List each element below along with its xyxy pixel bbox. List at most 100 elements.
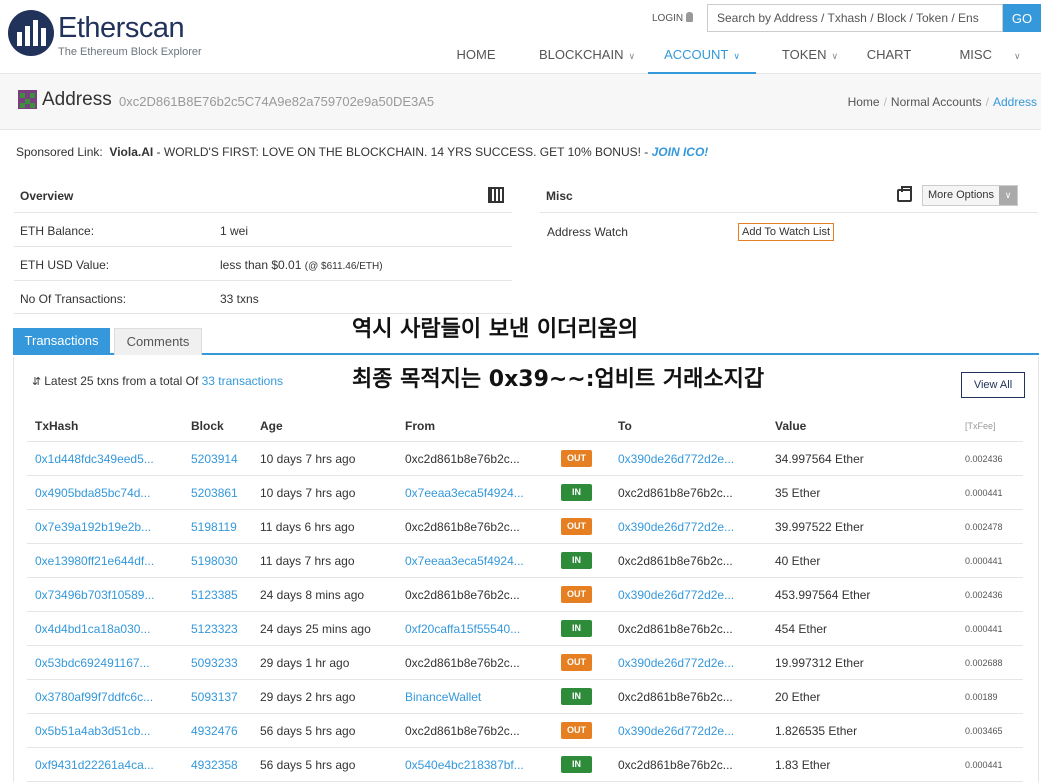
misc-heading: Misc	[546, 189, 573, 203]
to-address[interactable]: 0x390de26d772d2e...	[618, 724, 734, 738]
age-text: 29 days 2 hrs ago	[260, 690, 356, 704]
table-header: TxHash Block Age From To Value [TxFee]	[27, 408, 1023, 442]
from-address[interactable]: 0xf20caffa15f55540...	[405, 622, 520, 636]
block-link[interactable]: 5093233	[191, 656, 238, 670]
value-text: 19.997312 Ether	[775, 656, 864, 670]
eth-usd-row: ETH USD Value: less than $0.01 (@ $611.4…	[14, 246, 512, 280]
block-link[interactable]: 5123385	[191, 588, 238, 602]
more-options-dropdown[interactable]: More Options ∨	[922, 185, 1019, 206]
search-input[interactable]	[707, 4, 1003, 32]
eth-balance-row: ETH Balance: 1 wei	[14, 212, 512, 246]
txhash-link[interactable]: 0x3780af99f7ddfc6c...	[35, 690, 153, 704]
block-link[interactable]: 5123323	[191, 622, 238, 636]
age-text: 56 days 5 hrs ago	[260, 758, 356, 772]
latest-prefix: Latest 25 txns from a total Of	[44, 374, 202, 388]
address-bar: Address 0xc2D861B8E76b2c5C74A9e82a759702…	[0, 74, 1041, 130]
tx-count-label: No Of Transactions:	[20, 292, 127, 306]
breadcrumb-home[interactable]: Home	[848, 95, 880, 109]
from-address[interactable]: 0x7eeaa3eca5f4924...	[405, 554, 524, 568]
col-to: To	[618, 419, 632, 433]
col-txfee[interactable]: [TxFee]	[965, 421, 996, 431]
total-transactions-link[interactable]: 33 transactions	[202, 374, 283, 388]
nav-home-label: HOME	[456, 47, 496, 62]
txhash-link[interactable]: 0xf9431d22261a4ca...	[35, 758, 154, 772]
txhash-link[interactable]: 0x4905bda85bc74d...	[35, 486, 150, 500]
to-address[interactable]: 0x390de26d772d2e...	[618, 520, 734, 534]
age-text: 29 days 1 hr ago	[260, 656, 350, 670]
txhash-link[interactable]: 0xe13980ff21e644df...	[35, 554, 154, 568]
txhash-link[interactable]: 0x73496b703f10589...	[35, 588, 154, 602]
block-link[interactable]: 5198030	[191, 554, 238, 568]
block-link[interactable]: 5203914	[191, 452, 238, 466]
breadcrumb-normal-accounts[interactable]: Normal Accounts	[891, 95, 982, 109]
nav-misc[interactable]: MISC ∨	[950, 36, 1030, 74]
value-text: 453.997564 Ether	[775, 588, 871, 602]
txfee-text: 0.002478	[965, 522, 1003, 532]
nav-blockchain[interactable]: BLOCKCHAIN ∨	[531, 36, 643, 74]
value-text: 40 Ether	[775, 554, 821, 568]
eth-usd-value-wrap: less than $0.01 (@ $611.46/ETH)	[220, 258, 383, 272]
txhash-link[interactable]: 0x53bdc692491167...	[35, 656, 150, 670]
to-address: 0xc2d861b8e76b2c...	[618, 690, 733, 704]
txhash-link[interactable]: 0x7e39a192b19e2b...	[35, 520, 151, 534]
address-watch-label: Address Watch	[547, 225, 628, 239]
block-link[interactable]: 4932476	[191, 724, 238, 738]
join-ico-link[interactable]: JOIN ICO!	[652, 145, 709, 159]
nav-token[interactable]: TOKEN ∨	[770, 36, 850, 74]
address-watch-row: Address Watch Add To Watch List	[540, 212, 1038, 252]
table-row: 0x73496b703f10589... 5123385 24 days 8 min…	[27, 578, 1023, 612]
age-text: 56 days 5 hrs ago	[260, 724, 356, 738]
sort-icon: ⇵	[32, 376, 42, 388]
txhash-link[interactable]: 0x4d4bd1ca18a030...	[35, 622, 150, 636]
search-go-button[interactable]: GO	[1003, 4, 1041, 32]
nav-account-label: ACCOUNT	[664, 47, 729, 62]
from-address[interactable]: 0x540e4bc218387bf...	[405, 758, 524, 772]
to-address[interactable]: 0x390de26d772d2e...	[618, 452, 734, 466]
tab-comments[interactable]: Comments	[114, 328, 202, 355]
txfee-text: 0.00189	[965, 692, 998, 702]
block-link[interactable]: 5203861	[191, 486, 238, 500]
from-address[interactable]: 0x7eeaa3eca5f4924...	[405, 486, 524, 500]
sponsor-name[interactable]: Viola.AI	[109, 145, 153, 159]
age-text: 11 days 6 hrs ago	[260, 520, 355, 534]
age-text: 24 days 8 mins ago	[260, 588, 365, 602]
block-link[interactable]: 5198119	[191, 520, 237, 534]
qr-code-icon[interactable]	[488, 187, 504, 203]
eth-balance-label: ETH Balance:	[20, 224, 95, 238]
tx-count-row: No Of Transactions: 33 txns	[14, 280, 512, 314]
block-link[interactable]: 4932358	[191, 758, 238, 772]
nav-chart[interactable]: CHART	[861, 36, 917, 74]
table-row: 0x7e39a192b19e2b... 5198119 11 days 6 hrs …	[27, 510, 1023, 544]
tab-transactions[interactable]: Transactions	[13, 328, 110, 355]
value-text: 35 Ether	[775, 486, 821, 500]
value-text: 1.83 Ether	[775, 758, 831, 772]
chevron-down-icon: ∨	[1013, 51, 1021, 61]
to-address: 0xc2d861b8e76b2c...	[618, 554, 733, 568]
col-txhash: TxHash	[35, 419, 79, 433]
to-address[interactable]: 0x390de26d772d2e...	[618, 588, 734, 602]
txhash-link[interactable]: 0x1d448fdc349eed5...	[35, 452, 154, 466]
table-row: 0x53bdc692491167... 5093233 29 days 1 hr a…	[27, 646, 1023, 680]
col-value: Value	[775, 419, 807, 433]
nav-account[interactable]: ACCOUNT ∨	[648, 36, 756, 74]
user-icon	[686, 12, 694, 22]
from-address[interactable]: BinanceWallet	[405, 690, 481, 704]
breadcrumb-address: Address	[992, 95, 1037, 109]
add-to-watch-list-button[interactable]: Add To Watch List	[738, 223, 835, 241]
table-row: 0x4d4bd1ca18a030... 5123323 24 days 25 min…	[27, 612, 1023, 646]
main-nav: HOME BLOCKCHAIN ∨ ACCOUNT ∨ TOKEN ∨ CHART M…	[0, 36, 1041, 74]
login-link[interactable]: LOGIN	[652, 12, 694, 24]
nav-home[interactable]: HOME	[447, 36, 505, 74]
eth-balance-value: 1 wei	[220, 224, 249, 238]
col-age: Age	[260, 419, 283, 433]
to-address: 0xc2d861b8e76b2c...	[618, 758, 733, 772]
print-icon[interactable]	[897, 186, 912, 202]
txhash-link[interactable]: 0x5b51a4ab3d51cb...	[35, 724, 150, 738]
view-all-button[interactable]: View All	[961, 372, 1025, 398]
more-options-label: More Options	[928, 189, 995, 201]
to-address[interactable]: 0x390de26d772d2e...	[618, 656, 734, 670]
sponsor-text: - WORLD'S FIRST: LOVE ON THE BLOCKCHAIN.…	[153, 145, 652, 159]
txfee-text: 0.002436	[965, 590, 1003, 600]
block-link[interactable]: 5093137	[191, 690, 238, 704]
in-badge: IN	[561, 620, 592, 637]
